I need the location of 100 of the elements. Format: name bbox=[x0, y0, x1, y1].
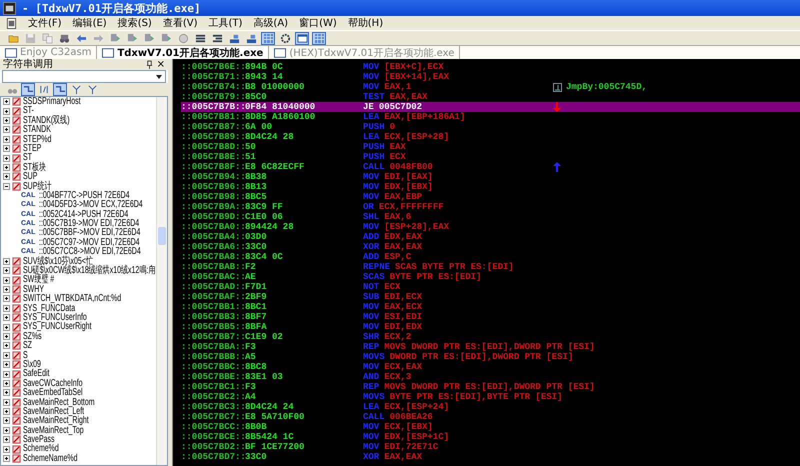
string-item[interactable]: SUP统计 bbox=[23, 182, 52, 191]
code-line[interactable]: ::005C7BAB::F2 REPNE SCAS BYTE PTR ES:[EDI] bbox=[181, 262, 800, 272]
string-item[interactable]: ST bbox=[23, 153, 32, 163]
menu-item[interactable]: 搜索(S) bbox=[118, 16, 152, 30]
expand-toggle[interactable] bbox=[3, 342, 10, 350]
menu-item[interactable]: 工具(T) bbox=[208, 16, 242, 30]
string-item[interactable]: SaveMainRect_Bottom bbox=[23, 398, 95, 407]
pin-icon[interactable] bbox=[146, 60, 153, 69]
code-line[interactable]: ::005C7B9A::83C9 FF OR ECX,FFFFFFFF bbox=[181, 202, 800, 212]
call-reference[interactable]: ::004D5FD3->MOV ECX,72E6D4 bbox=[39, 200, 144, 210]
menu-item[interactable]: 编辑(E) bbox=[72, 16, 107, 30]
code-line[interactable]: ::005C7B71::8943 14 MOV [EBX+14],EAX bbox=[181, 72, 800, 82]
expand-toggle[interactable] bbox=[3, 98, 10, 106]
code-line[interactable]: ::005C7BBC::8BC8 MOV ECX,EAX bbox=[181, 362, 800, 372]
code-line[interactable]: ::005C7BA6::33C0 XOR EAX,EAX bbox=[181, 242, 800, 252]
call-reference[interactable]: ::0052C414->PUSH 72E6D4 bbox=[39, 210, 129, 220]
code-line[interactable]: ::005C7BBA::F3 REP MOVS DWORD PTR ES:[EDI],DWORD PTR [ESI] bbox=[181, 342, 800, 352]
string-item[interactable]: SZ bbox=[23, 341, 32, 351]
code-line[interactable]: ::005C7B74::B8 01000000 MOV EAX,1 JmpBy:005C745D, bbox=[181, 82, 800, 92]
code-line[interactable]: ::005C7BAC::AE SCAS BYTE PTR ES:[EDI] bbox=[181, 272, 800, 282]
code-line[interactable]: ::005C7BBE::83E1 03 AND ECX,3 bbox=[181, 372, 800, 382]
string-item[interactable]: SWITCH_WTBKDATA,nCnt:%d bbox=[23, 294, 122, 304]
expand-toggle[interactable] bbox=[3, 164, 10, 171]
code-line[interactable]: ::005C7BAD::F7D1 NOT ECX bbox=[181, 282, 800, 292]
code-line[interactable]: ::005C7B81::8D85 A1860100 LEA EAX,[EBP+186A1] bbox=[181, 112, 800, 122]
menu-item[interactable]: 高级(A) bbox=[253, 16, 288, 30]
call-reference[interactable]: ::005C7BBF->MOV EDI,72E6D4 bbox=[39, 228, 141, 238]
code-line[interactable]: ::005C7BC2::A4 MOVS BYTE PTR ES:[EDI],BYTE PTR [ESI] bbox=[181, 392, 800, 402]
code-line[interactable]: ::005C7BA0::894424 28 MOV [ESP+28],EAX bbox=[181, 222, 800, 232]
code-line[interactable]: ::005C7B87::6A 00 PUSH 0 bbox=[181, 122, 800, 132]
expand-toggle[interactable] bbox=[3, 361, 10, 368]
expand-toggle[interactable] bbox=[3, 126, 10, 134]
window-icon[interactable] bbox=[295, 32, 309, 44]
expand-toggle[interactable] bbox=[3, 295, 10, 302]
string-item[interactable]: SUV绒$\x10芬\x05<忙 bbox=[23, 256, 93, 266]
call-reference[interactable]: ::005C7CC8->MOV EDI,72E6D4 bbox=[39, 247, 142, 257]
code-line[interactable]: ::005C7B6E::894B 0C MOV [EBX+C],ECX bbox=[181, 62, 800, 72]
code-line[interactable]: ::005C7B89::8D4C24 28 LEA ECX,[ESP+28] bbox=[181, 132, 800, 142]
expand-toggle[interactable] bbox=[3, 398, 10, 406]
string-item[interactable]: SafeEdit bbox=[23, 369, 50, 379]
expand-toggle[interactable] bbox=[3, 389, 10, 396]
string-item[interactable]: STANDK(双线) bbox=[23, 116, 70, 126]
code-line[interactable]: ::005C7BCC::8B0B MOV ECX,[EBX] bbox=[181, 422, 800, 432]
code-line[interactable]: ::005C7BB5::8BFA MOV EDI,EDX bbox=[181, 322, 800, 332]
expand-toggle[interactable] bbox=[3, 258, 10, 265]
code-line[interactable]: ::005C7B98::8BC5 MOV EAX,EBP bbox=[181, 192, 800, 202]
expand-toggle[interactable] bbox=[3, 145, 10, 152]
code-line[interactable]: ::005C7B8D::50 PUSH EAX bbox=[181, 142, 800, 152]
expand-toggle[interactable] bbox=[3, 116, 10, 124]
dropdown-arrow-icon[interactable] bbox=[156, 74, 162, 78]
close-button[interactable]: × bbox=[156, 59, 165, 70]
string-item[interactable]: SaveMainRect_Left bbox=[23, 406, 84, 416]
expand-toggle[interactable] bbox=[3, 154, 10, 162]
grid-icon[interactable] bbox=[312, 32, 326, 44]
string-item[interactable]: SaveCWCacheInfo bbox=[23, 378, 83, 388]
code-line[interactable]: ::005C7BB3::8BF7 MOV ESI,EDI bbox=[181, 312, 800, 322]
string-item[interactable]: SZ%s bbox=[23, 332, 42, 342]
expand-toggle[interactable] bbox=[3, 380, 10, 387]
string-item[interactable]: STEP%d bbox=[23, 134, 52, 144]
expand-toggle[interactable] bbox=[3, 286, 10, 293]
call-reference[interactable]: ::005C7B19->MOV EDI,72E6D4 bbox=[39, 219, 140, 228]
expand-toggle[interactable] bbox=[3, 455, 10, 462]
expand-toggle[interactable] bbox=[3, 332, 10, 340]
string-item[interactable]: SYS_FUNCUserRight bbox=[23, 322, 92, 332]
expand-toggle[interactable] bbox=[3, 276, 10, 284]
string-item[interactable]: S bbox=[23, 350, 28, 360]
code-line[interactable]: ::005C7BC3::8D4C24 24 LEA ECX,[ESP+24] bbox=[181, 402, 800, 412]
code-line[interactable]: ::005C7B96::8B13 MOV EDX,[EBX] bbox=[181, 182, 800, 192]
expand-toggle[interactable] bbox=[3, 314, 10, 322]
string-item[interactable]: SaveMainRect_Top bbox=[23, 426, 84, 436]
expand-toggle[interactable] bbox=[3, 417, 10, 424]
expand-toggle[interactable] bbox=[3, 446, 10, 453]
code-line[interactable]: ::005C7BA4::03D0 ADD EDX,EAX bbox=[181, 232, 800, 242]
grid-icon[interactable] bbox=[261, 32, 275, 44]
code-line[interactable]: ::005C7BD2::BF 1CE77200 MOV EDI,72E71C bbox=[181, 442, 800, 452]
code-line[interactable]: ::005C7BAF::2BF9 SUB EDI,ECX bbox=[181, 292, 800, 302]
string-item[interactable]: STEP bbox=[23, 144, 42, 154]
string-item[interactable]: SU磋$\x0CW绒$\x18绒缩烘x10绒x12鳴:甪 bbox=[23, 266, 156, 276]
expand-toggle[interactable] bbox=[3, 136, 10, 143]
expand-toggle[interactable] bbox=[3, 267, 10, 274]
menu-item[interactable]: 帮助(H) bbox=[348, 16, 384, 30]
expand-toggle[interactable] bbox=[3, 108, 10, 115]
file-tab[interactable]: TdxwV7.01开启各项功能.exe bbox=[97, 46, 270, 59]
code-line[interactable]: ::005C7B8E::51 PUSH ECX bbox=[181, 152, 800, 162]
code-line[interactable]: ::005C7BCE::8B5424 1C MOV EDX,[ESP+1C] bbox=[181, 432, 800, 442]
scrollbar[interactable] bbox=[156, 97, 167, 465]
menu-item[interactable]: 查看(V) bbox=[162, 16, 198, 30]
code-line[interactable]: ::005C7B9D::C1E0 06 SHL EAX,6 bbox=[181, 212, 800, 222]
expand-toggle[interactable] bbox=[3, 173, 10, 180]
string-item[interactable]: SavePass bbox=[23, 435, 55, 444]
string-item[interactable]: ST板块 bbox=[23, 162, 46, 172]
code-line[interactable]: ::005C7BD7::33C0 XOR EAX,EAX bbox=[181, 452, 800, 462]
expand-toggle[interactable] bbox=[3, 324, 10, 331]
string-item[interactable]: SYS_FUNCUserInfo bbox=[23, 312, 87, 322]
string-item[interactable]: SaveEmbedTabSel bbox=[23, 388, 83, 398]
string-item[interactable]: S\x09 bbox=[23, 360, 41, 370]
expand-toggle[interactable] bbox=[3, 352, 10, 359]
expand-toggle[interactable] bbox=[3, 436, 10, 444]
code-line[interactable]: ::005C7BBB::A5 MOVS DWORD PTR ES:[EDI],DWORD PTR [ESI] bbox=[181, 352, 800, 362]
code-line[interactable]: ::005C7B79::85C0 TEST EAX,EAX bbox=[181, 92, 800, 102]
